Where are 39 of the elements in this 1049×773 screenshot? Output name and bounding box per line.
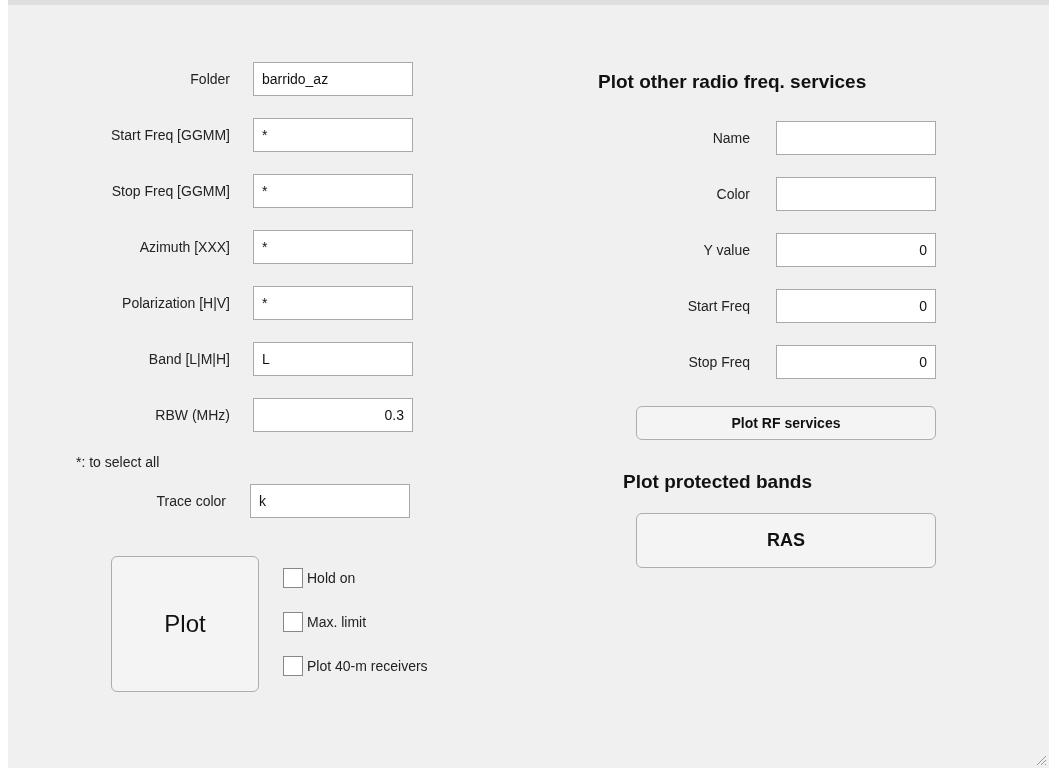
section-heading: Plot other radio freq. services (598, 71, 868, 93)
section-heading: Plot protected bands (623, 471, 813, 493)
hint-text: *: to select all (76, 454, 161, 470)
checkbox[interactable] (283, 612, 303, 632)
input-field[interactable]: 0 (776, 345, 936, 379)
field-label: RBW (MHz) (154, 407, 230, 423)
field-label: Trace color (155, 493, 226, 509)
checkbox-label: Plot 40-m receivers (307, 658, 428, 674)
input-field[interactable]: * (253, 230, 413, 264)
field-label: Start Freq (686, 298, 750, 314)
checkbox-label: Hold on (307, 570, 356, 586)
plot-rf-services-button[interactable]: Plot RF services (636, 406, 936, 440)
field-label: Band [L|M|H] (147, 351, 230, 367)
field-label: Stop Freq (687, 354, 750, 370)
field-label: Azimuth [XXX] (138, 239, 230, 255)
checkbox-label: Max. limit (307, 614, 367, 630)
plot-button[interactable]: Plot (111, 556, 259, 692)
field-label: Name (711, 130, 750, 146)
input-field[interactable]: * (253, 118, 413, 152)
input-field[interactable] (776, 177, 936, 211)
input-field[interactable]: 0 (776, 289, 936, 323)
ras-button[interactable]: RAS (636, 513, 936, 568)
input-field[interactable] (776, 121, 936, 155)
input-field[interactable]: 0 (776, 233, 936, 267)
field-label: Folder (189, 71, 230, 87)
input-field[interactable]: * (253, 174, 413, 208)
input-field[interactable]: barrido_az (253, 62, 413, 96)
input-field[interactable]: L (253, 342, 413, 376)
resize-grip-icon[interactable] (1035, 754, 1047, 766)
input-field[interactable]: 0.3 (253, 398, 413, 432)
field-label: Color (715, 186, 750, 202)
field-label: Y value (702, 242, 750, 258)
field-label: Polarization [H|V] (121, 295, 230, 311)
field-label: Stop Freq [GGMM] (110, 183, 230, 199)
input-field[interactable]: k (250, 484, 410, 518)
checkbox[interactable] (283, 568, 303, 588)
field-label: Start Freq [GGMM] (110, 127, 230, 143)
input-field[interactable]: * (253, 286, 413, 320)
checkbox[interactable] (283, 656, 303, 676)
